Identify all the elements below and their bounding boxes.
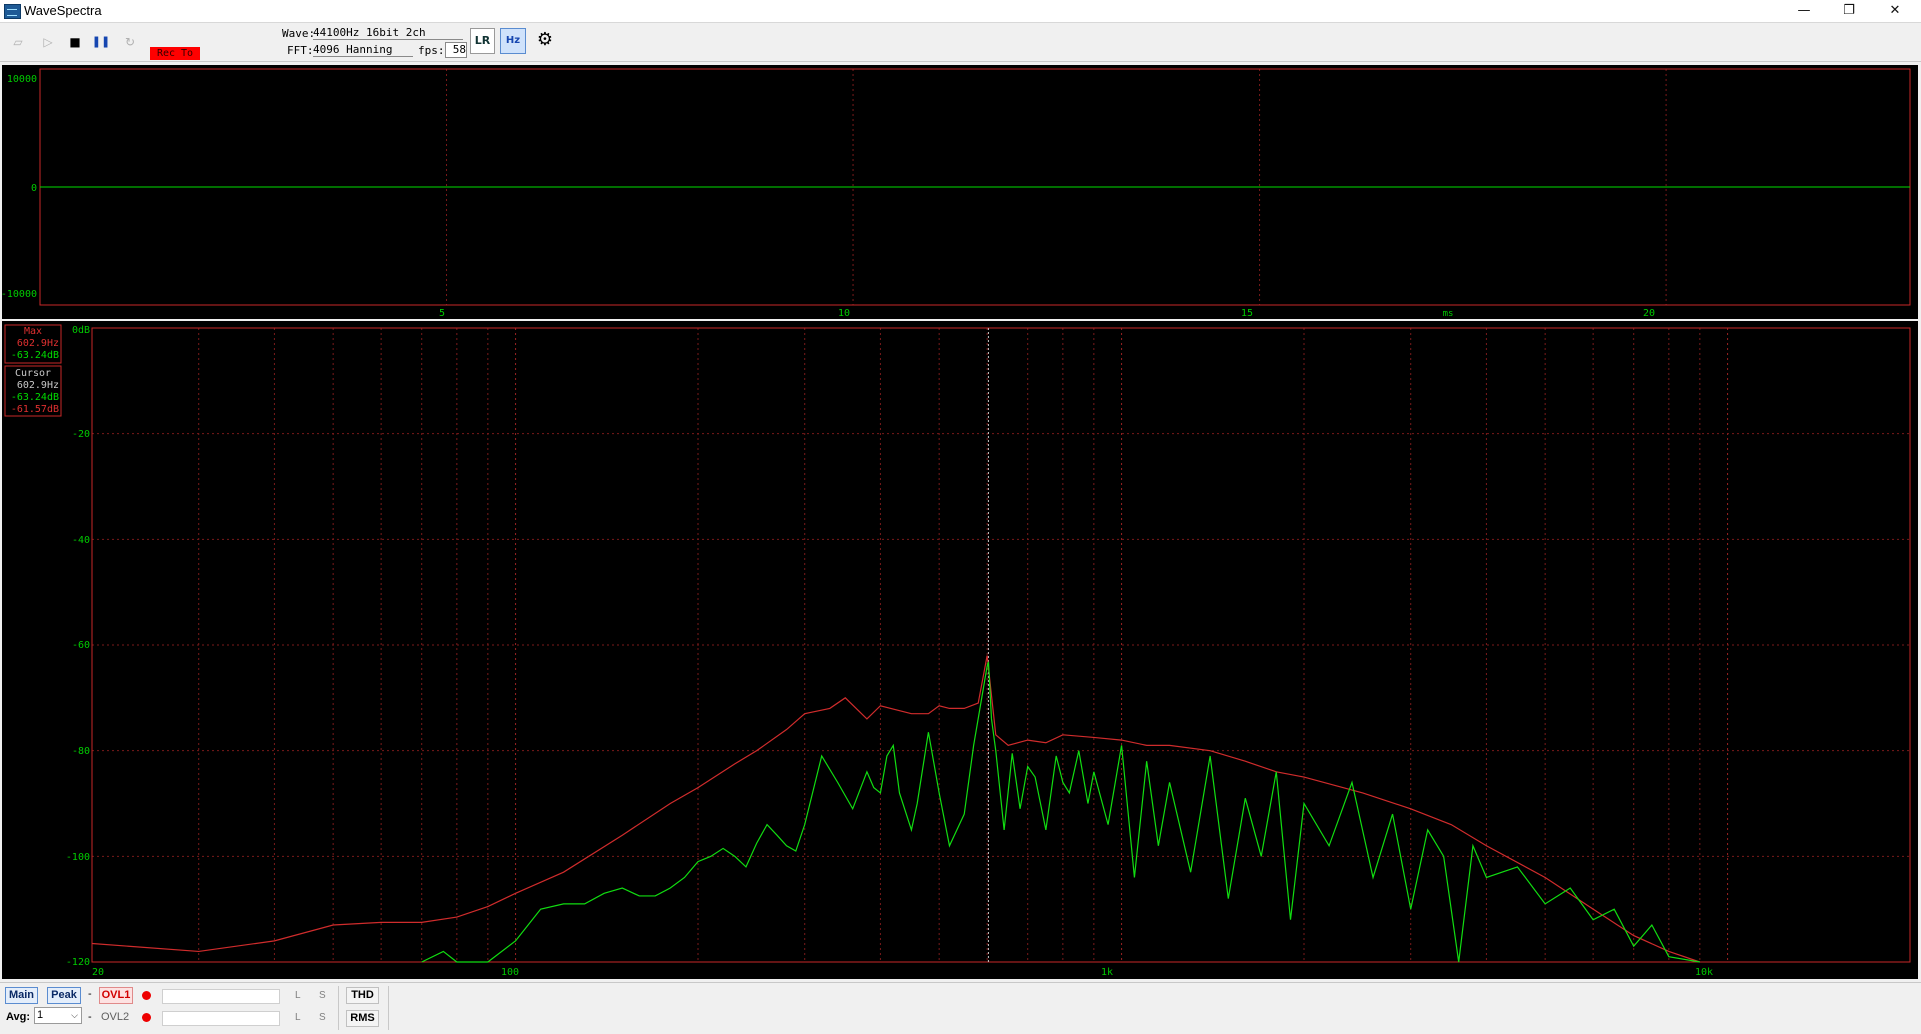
ovl1-name-field[interactable] xyxy=(162,989,280,1004)
rms-button[interactable]: RMS xyxy=(346,1010,379,1027)
play-icon[interactable]: ▷ xyxy=(37,31,59,53)
dash-separator-2: - xyxy=(88,1011,92,1023)
wave-ytick-minus-10000: -10000 xyxy=(1,289,37,300)
avg-select[interactable]: 1 ⌵ xyxy=(34,1007,82,1024)
fft-setting-field[interactable]: 4096 Hanning xyxy=(313,43,413,57)
ovl1-button[interactable]: OVL1 xyxy=(99,987,133,1004)
settings-icon[interactable]: ⚙ xyxy=(532,28,558,54)
bottom-divider-2 xyxy=(388,986,389,1030)
spectrum-background xyxy=(2,321,1918,979)
spectrum-chart[interactable]: 0dB -20 -40 -60 -80 -100 -120 20 100 1k … xyxy=(0,320,1921,980)
wave-xtick-15: 15 xyxy=(1241,308,1253,319)
chevron-down-icon: ⌵ xyxy=(71,1010,78,1020)
avg-value: 1 xyxy=(37,1009,44,1021)
peak-button[interactable]: Peak xyxy=(47,987,81,1004)
cursor-level-red: -61.57dB xyxy=(11,404,59,415)
thd-button[interactable]: THD xyxy=(346,987,379,1004)
cursor-label: Cursor xyxy=(15,368,51,379)
max-freq: 602.9Hz xyxy=(17,338,59,349)
ovl1-record-icon[interactable] xyxy=(142,991,151,1000)
wave-ytick-10000: 10000 xyxy=(7,74,37,85)
rec-to-badge[interactable]: Rec To xyxy=(150,47,200,60)
max-level: -63.24dB xyxy=(11,350,59,361)
spec-ytick-minus-80: -80 xyxy=(72,746,90,757)
spec-ytick-minus-120: -120 xyxy=(66,957,90,968)
record-icon[interactable]: ▱ xyxy=(7,31,29,53)
cursor-level-green: -63.24dB xyxy=(11,392,59,403)
spec-ytick-minus-100: -100 xyxy=(66,852,90,863)
toolbar: ▱ ▷ ■ ❚❚ ↻ Rec To Wave: 44100Hz 16bit 2c… xyxy=(0,23,1921,79)
window-title: WaveSpectra xyxy=(24,3,102,18)
spec-ytick-minus-40: -40 xyxy=(72,535,90,546)
cursor-freq: 602.9Hz xyxy=(17,380,59,391)
spec-xtick-10k: 10k xyxy=(1695,967,1713,978)
wave-format-field: 44100Hz 16bit 2ch xyxy=(313,26,463,40)
spec-ytick-minus-20: -20 xyxy=(72,429,90,440)
fft-label: FFT: xyxy=(287,44,314,57)
waveform-chart[interactable]: 10000 0 -10000 5 10 15 ms 20 xyxy=(0,64,1921,320)
ovl1-load-button[interactable]: L xyxy=(295,990,301,1001)
pause-icon[interactable]: ❚❚ xyxy=(90,31,112,53)
waveform-background xyxy=(2,65,1918,319)
ovl1-save-button[interactable]: S xyxy=(319,990,326,1001)
app-icon xyxy=(4,4,21,19)
ovl2-label[interactable]: OVL2 xyxy=(101,1011,129,1023)
max-readout-box: Max 602.9Hz -63.24dB xyxy=(4,324,62,364)
spec-ytick-0db: 0dB xyxy=(72,325,90,336)
dash-separator-1: - xyxy=(88,988,92,1000)
spec-xtick-20: 20 xyxy=(92,967,104,978)
main-button[interactable]: Main xyxy=(5,987,38,1004)
bottom-divider xyxy=(338,986,339,1030)
wave-label: Wave: xyxy=(282,27,316,40)
loop-icon[interactable]: ↻ xyxy=(119,31,141,53)
bottom-bar xyxy=(0,982,1921,1034)
fps-label: fps: xyxy=(418,44,445,57)
wave-xtick-5: 5 xyxy=(439,308,445,319)
ovl2-name-field[interactable] xyxy=(162,1011,280,1026)
wave-xunit-ms: ms xyxy=(1443,309,1454,319)
close-icon[interactable]: ✕ xyxy=(1872,0,1918,22)
hz-scale-icon[interactable]: Hz xyxy=(500,28,526,54)
cursor-readout-box: Cursor 602.9Hz -63.24dB -61.57dB xyxy=(4,365,62,417)
max-label: Max xyxy=(24,326,42,337)
restore-icon[interactable]: ❐ xyxy=(1826,0,1872,22)
fps-value-field: 58 xyxy=(445,42,467,58)
ovl2-record-icon[interactable] xyxy=(142,1013,151,1022)
ovl2-save-button[interactable]: S xyxy=(319,1012,326,1023)
title-bar: WaveSpectra — ❐ ✕ xyxy=(0,0,1921,23)
spec-ytick-minus-60: -60 xyxy=(72,640,90,651)
avg-label: Avg: xyxy=(6,1011,31,1023)
spec-xtick-100: 100 xyxy=(501,967,519,978)
wave-ytick-0: 0 xyxy=(31,183,37,194)
spec-xtick-1k: 1k xyxy=(1101,967,1113,978)
wave-xtick-20: 20 xyxy=(1643,308,1655,319)
ovl2-load-button[interactable]: L xyxy=(295,1012,301,1023)
stop-icon[interactable]: ■ xyxy=(64,31,86,53)
minimize-icon[interactable]: — xyxy=(1781,0,1827,22)
wave-xtick-10: 10 xyxy=(838,308,850,319)
lr-channel-button[interactable]: LR xyxy=(470,28,495,54)
